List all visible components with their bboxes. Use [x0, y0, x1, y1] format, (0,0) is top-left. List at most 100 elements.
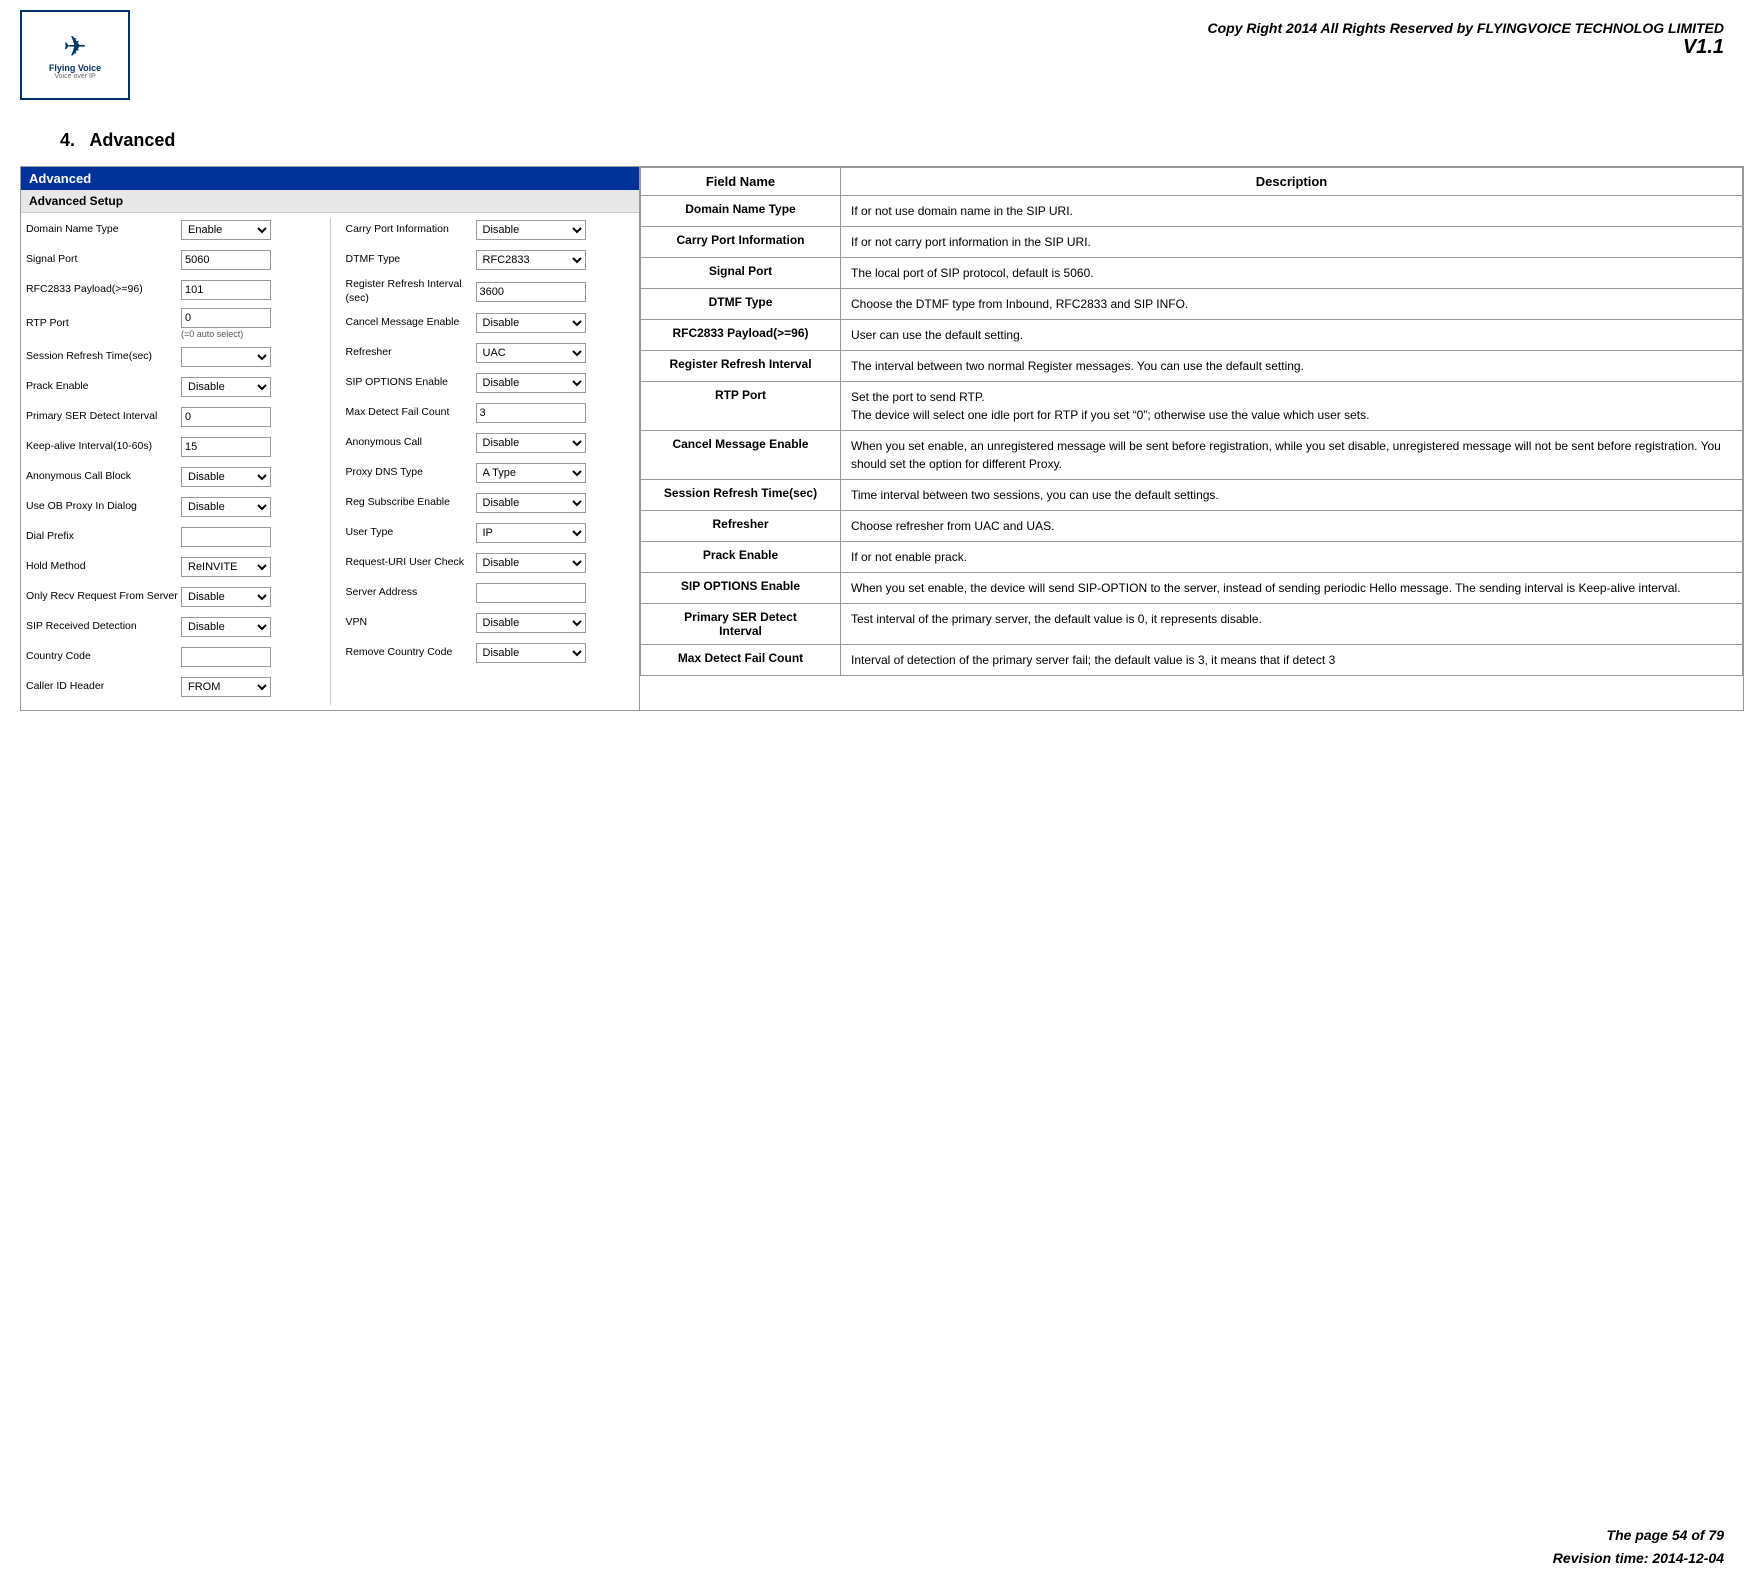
form-row: Max Detect Fail Count	[346, 401, 635, 425]
form-row: Reg Subscribe EnableDisable	[346, 491, 635, 515]
form-row: Dial Prefix	[26, 525, 315, 549]
form-input[interactable]	[181, 647, 271, 667]
form-input[interactable]	[476, 282, 586, 302]
form-select[interactable]: Disable	[476, 493, 586, 513]
description-cell: If or not enable prack.	[841, 542, 1743, 573]
form-label: Proxy DNS Type	[346, 466, 476, 480]
form-select[interactable]: UAC	[476, 343, 586, 363]
field-name-cell: Signal Port	[641, 258, 841, 289]
form-label: User Type	[346, 526, 476, 540]
rtp-sub-label: (=0 auto select)	[181, 329, 271, 339]
form-row: VPNDisable	[346, 611, 635, 635]
form-row: Request-URI User CheckDisable	[346, 551, 635, 575]
form-input[interactable]	[181, 280, 271, 300]
form-label: Keep-alive Interval(10-60s)	[26, 440, 181, 454]
form-label: Caller ID Header	[26, 680, 181, 694]
form-row: Cancel Message EnableDisable	[346, 311, 635, 335]
field-name-cell: SIP OPTIONS Enable	[641, 573, 841, 604]
form-input[interactable]	[181, 250, 271, 270]
form-label: Prack Enable	[26, 380, 181, 394]
table-row: RFC2833 Payload(>=96)User can use the de…	[641, 320, 1743, 351]
description-cell: Choose the DTMF type from Inbound, RFC28…	[841, 289, 1743, 320]
field-name-cell: Session Refresh Time(sec)	[641, 480, 841, 511]
form-label: Anonymous Call	[346, 436, 476, 450]
main-content: Advanced Advanced Setup Domain Name Type…	[0, 166, 1764, 711]
form-label: Refresher	[346, 346, 476, 360]
logo-area: ✈ Flying Voice Voice over IP	[20, 10, 140, 100]
form-select[interactable]: Disable	[476, 373, 586, 393]
col-header-desc: Description	[841, 168, 1743, 196]
form-input[interactable]	[476, 403, 586, 423]
right-panel: Field Name Description Domain Name TypeI…	[640, 166, 1744, 711]
form-section-title: Advanced Setup	[21, 190, 639, 213]
form-row: Use OB Proxy In DialogDisable	[26, 495, 315, 519]
form-row: RTP Port(=0 auto select)	[26, 308, 315, 339]
form-body: Domain Name TypeEnableSignal PortRFC2833…	[21, 213, 639, 710]
form-select[interactable]: Disable	[181, 617, 271, 637]
form-label: Request-URI User Check	[346, 556, 476, 570]
form-row: Primary SER Detect Interval	[26, 405, 315, 429]
form-row: RFC2833 Payload(>=96)	[26, 278, 315, 302]
form-label: Only Recv Request From Server	[26, 590, 181, 604]
footer-line1: The page 54 of 79	[1553, 1524, 1724, 1546]
form-select[interactable]: Disable	[476, 433, 586, 453]
form-label: RFC2833 Payload(>=96)	[26, 283, 181, 297]
form-input[interactable]	[181, 308, 271, 328]
form-select[interactable]: FROM	[181, 677, 271, 697]
form-select[interactable]: ReINVITE	[181, 557, 271, 577]
form-select[interactable]: Disable	[476, 313, 586, 333]
form-select[interactable]: Enable	[181, 220, 271, 240]
form-label: Reg Subscribe Enable	[346, 496, 476, 510]
form-row: SIP Received DetectionDisable	[26, 615, 315, 639]
form-select[interactable]: A Type	[476, 463, 586, 483]
form-row: Keep-alive Interval(10-60s)	[26, 435, 315, 459]
form-row: SIP OPTIONS EnableDisable	[346, 371, 635, 395]
form-select[interactable]: Disable	[476, 613, 586, 633]
logo-box: ✈ Flying Voice Voice over IP	[20, 10, 130, 100]
section-number: 4.	[60, 130, 75, 150]
form-label: Anonymous Call Block	[26, 470, 181, 484]
form-select[interactable]: Disable	[181, 467, 271, 487]
form-label: Max Detect Fail Count	[346, 406, 476, 420]
field-name-cell: RTP Port	[641, 382, 841, 431]
form-input[interactable]	[181, 437, 271, 457]
table-row: RTP PortSet the port to send RTP. The de…	[641, 382, 1743, 431]
field-name-cell: Cancel Message Enable	[641, 431, 841, 480]
col-header-field: Field Name	[641, 168, 841, 196]
form-input[interactable]	[181, 407, 271, 427]
form-row: Proxy DNS TypeA Type	[346, 461, 635, 485]
form-label: SIP OPTIONS Enable	[346, 376, 476, 390]
form-select[interactable]: Disable	[181, 497, 271, 517]
form-label: Country Code	[26, 650, 181, 664]
form-select[interactable]: Disable	[476, 643, 586, 663]
form-input[interactable]	[181, 527, 271, 547]
form-select[interactable]: Disable	[181, 377, 271, 397]
field-name-cell: DTMF Type	[641, 289, 841, 320]
logo-brand: Flying Voice	[49, 63, 101, 74]
form-row: Anonymous Call BlockDisable	[26, 465, 315, 489]
form-input[interactable]	[476, 583, 586, 603]
form-select[interactable]: Disable	[476, 220, 586, 240]
form-select[interactable]: IP	[476, 523, 586, 543]
form-select[interactable]: Disable	[181, 587, 271, 607]
form-label: SIP Received Detection	[26, 620, 181, 634]
description-cell: Choose refresher from UAC and UAS.	[841, 511, 1743, 542]
table-row: Carry Port InformationIf or not carry po…	[641, 227, 1743, 258]
copyright-text: Copy Right 2014 All Rights Reserved by F…	[140, 20, 1724, 36]
version-text: V1.1	[140, 36, 1724, 59]
form-row: Remove Country CodeDisable	[346, 641, 635, 665]
form-select[interactable]: Disable	[476, 553, 586, 573]
form-select[interactable]: RFC2833	[476, 250, 586, 270]
form-row: Session Refresh Time(sec)	[26, 345, 315, 369]
table-row: Signal PortThe local port of SIP protoco…	[641, 258, 1743, 289]
table-row: Session Refresh Time(sec)Time interval b…	[641, 480, 1743, 511]
footer-line2: Revision time: 2014-12-04	[1553, 1547, 1724, 1569]
form-row: User TypeIP	[346, 521, 635, 545]
form-label: Primary SER Detect Interval	[26, 410, 181, 424]
form-row: Carry Port InformationDisable	[346, 218, 635, 242]
col-divider	[330, 218, 331, 705]
table-row: Domain Name TypeIf or not use domain nam…	[641, 196, 1743, 227]
description-cell: Test interval of the primary server, the…	[841, 604, 1743, 645]
form-row: Caller ID HeaderFROM	[26, 675, 315, 699]
form-select[interactable]	[181, 347, 271, 367]
